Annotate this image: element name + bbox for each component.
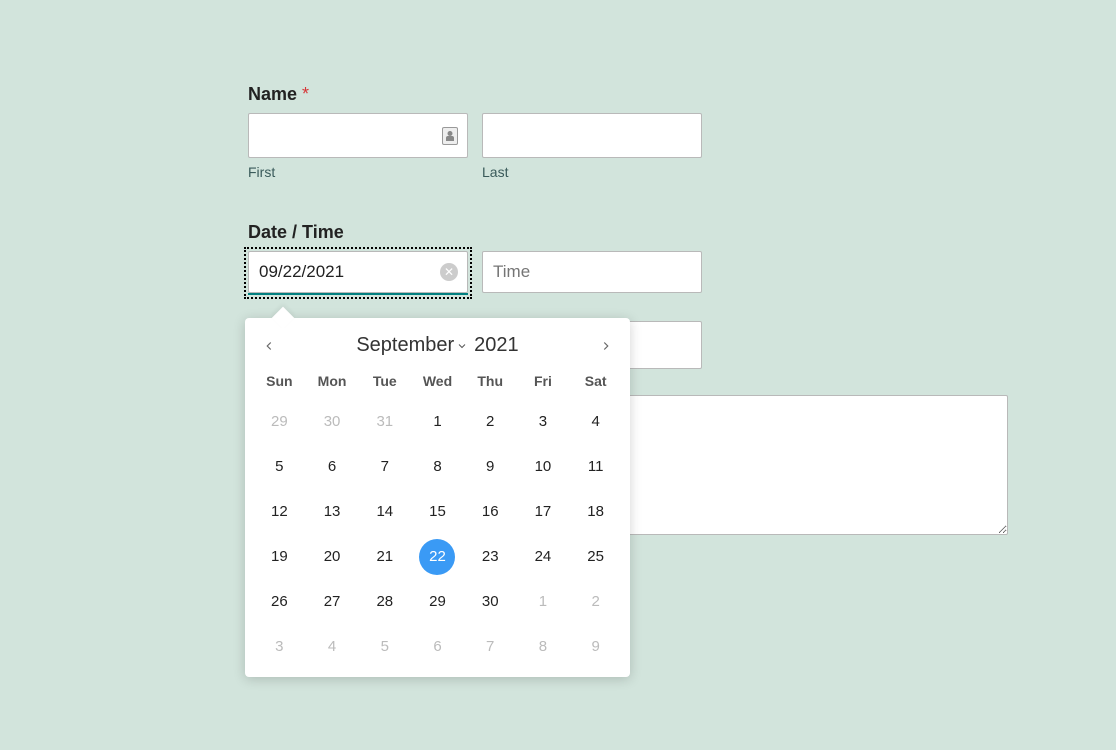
name-label: Name * (248, 84, 1008, 105)
calendar-day[interactable]: 2 (569, 579, 622, 624)
calendar-day[interactable]: 10 (517, 444, 570, 489)
calendar-day[interactable]: 15 (411, 489, 464, 534)
last-name-group: Last (482, 113, 702, 180)
calendar-day[interactable]: 7 (464, 624, 517, 669)
calendar-day[interactable]: 30 (464, 579, 517, 624)
name-label-text: Name (248, 84, 297, 104)
calendar-weekday: Tue (358, 367, 411, 399)
calendar-day[interactable]: 29 (253, 399, 306, 444)
calendar-day[interactable]: 7 (358, 444, 411, 489)
calendar-day[interactable]: 5 (253, 444, 306, 489)
calendar-day[interactable]: 19 (253, 534, 306, 579)
last-sublabel: Last (482, 164, 702, 180)
calendar-day[interactable]: 12 (253, 489, 306, 534)
calendar-day[interactable]: 30 (306, 399, 359, 444)
calendar-day[interactable]: 11 (569, 444, 622, 489)
calendar-weekday: Sat (569, 367, 622, 399)
calendar-popup: September 2021 SunMonTueWedThuFriSat2930… (245, 318, 630, 677)
calendar-day[interactable]: 20 (306, 534, 359, 579)
chevron-down-icon (456, 340, 468, 352)
first-name-input[interactable] (248, 113, 468, 158)
calendar-day[interactable]: 14 (358, 489, 411, 534)
calendar-day[interactable]: 17 (517, 489, 570, 534)
calendar-day[interactable]: 2 (464, 399, 517, 444)
time-input[interactable] (482, 251, 702, 293)
calendar-month: September (356, 334, 454, 357)
last-name-input[interactable] (482, 113, 702, 158)
calendar-weekday: Wed (411, 367, 464, 399)
next-month-button[interactable] (596, 336, 616, 356)
calendar-day[interactable]: 26 (253, 579, 306, 624)
calendar-day[interactable]: 25 (569, 534, 622, 579)
name-row: First Last (248, 113, 1008, 180)
calendar-weekday: Mon (306, 367, 359, 399)
first-name-group: First (248, 113, 468, 180)
calendar-day[interactable]: 5 (358, 624, 411, 669)
datetime-label: Date / Time (248, 222, 1008, 243)
calendar-day[interactable]: 1 (411, 399, 464, 444)
calendar-day[interactable]: 13 (306, 489, 359, 534)
calendar-weekday: Thu (464, 367, 517, 399)
calendar-day[interactable]: 27 (306, 579, 359, 624)
calendar-day[interactable]: 23 (464, 534, 517, 579)
calendar-day[interactable]: 18 (569, 489, 622, 534)
calendar-day[interactable]: 4 (569, 399, 622, 444)
date-input-wrap: ✕ (248, 251, 468, 295)
calendar-day[interactable]: 9 (569, 624, 622, 669)
calendar-day[interactable]: 8 (411, 444, 464, 489)
calendar-day[interactable]: 9 (464, 444, 517, 489)
calendar-grid: SunMonTueWedThuFriSat2930311234567891011… (253, 367, 622, 669)
date-input[interactable] (248, 251, 468, 293)
calendar-day[interactable]: 29 (411, 579, 464, 624)
calendar-day[interactable]: 31 (358, 399, 411, 444)
calendar-day[interactable]: 16 (464, 489, 517, 534)
month-selector[interactable]: September (356, 334, 468, 357)
calendar-header: September 2021 (253, 330, 622, 367)
calendar-day[interactable]: 3 (517, 399, 570, 444)
calendar-day[interactable]: 8 (517, 624, 570, 669)
contact-icon[interactable] (442, 127, 458, 145)
first-sublabel: First (248, 164, 468, 180)
calendar-day[interactable]: 21 (358, 534, 411, 579)
calendar-day[interactable]: 1 (517, 579, 570, 624)
calendar-year[interactable]: 2021 (474, 334, 519, 357)
calendar-day[interactable]: 24 (517, 534, 570, 579)
required-indicator: * (302, 84, 309, 104)
calendar-day[interactable]: 6 (306, 444, 359, 489)
clear-date-icon[interactable]: ✕ (440, 263, 458, 281)
calendar-day[interactable]: 28 (358, 579, 411, 624)
calendar-day[interactable]: 6 (411, 624, 464, 669)
calendar-day[interactable]: 22 (411, 534, 464, 579)
prev-month-button[interactable] (259, 336, 279, 356)
calendar-title: September 2021 (356, 334, 518, 357)
calendar-day[interactable]: 3 (253, 624, 306, 669)
calendar-day[interactable]: 4 (306, 624, 359, 669)
calendar-weekday: Fri (517, 367, 570, 399)
date-row: ✕ (248, 251, 1008, 295)
calendar-weekday: Sun (253, 367, 306, 399)
